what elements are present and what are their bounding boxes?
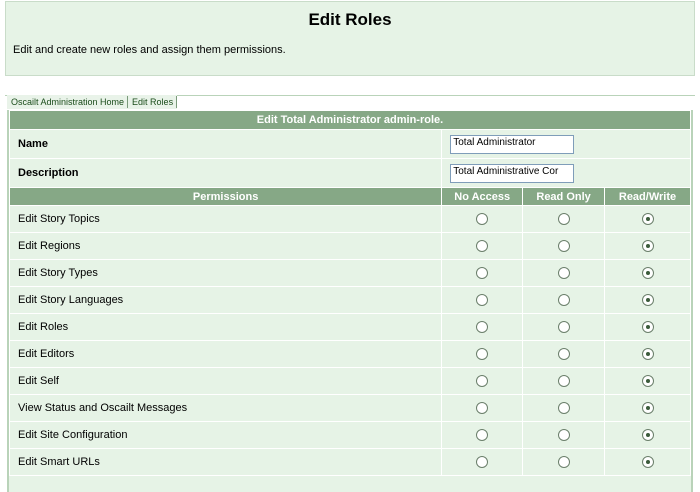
permission-option-cell — [441, 367, 524, 395]
permission-label: Edit Story Topics — [9, 205, 443, 233]
permission-option-cell — [522, 367, 606, 395]
permission-option-cell — [522, 205, 606, 233]
permissions-column-header: Permissions — [9, 187, 443, 206]
read-only-radio[interactable] — [557, 348, 570, 361]
breadcrumb-admin-home[interactable]: Oscailt Administration Home — [7, 96, 129, 108]
permission-option-cell — [522, 232, 606, 260]
permission-label: Edit Roles — [9, 313, 443, 341]
permission-row: Edit Editors — [9, 340, 691, 368]
read-only-radio[interactable] — [557, 294, 570, 307]
permission-option-cell — [604, 259, 691, 287]
read-write-radio[interactable] — [641, 294, 654, 307]
permission-option-cell — [441, 421, 524, 449]
permission-row: Edit Story Topics — [9, 205, 691, 233]
permission-row: Edit Story Types — [9, 259, 691, 287]
permission-label: View Status and Oscailt Messages — [9, 394, 443, 422]
read-write-radio[interactable] — [641, 429, 654, 442]
no-access-radio[interactable] — [476, 456, 489, 469]
read-only-radio[interactable] — [557, 456, 570, 469]
permission-option-cell — [604, 340, 691, 368]
name-label: Name — [9, 129, 443, 159]
permission-row: Edit Story Languages — [9, 286, 691, 314]
no-access-radio[interactable] — [476, 240, 489, 253]
permission-option-cell — [604, 394, 691, 422]
read-only-radio[interactable] — [557, 402, 570, 415]
permission-option-cell — [522, 286, 606, 314]
read-write-radio[interactable] — [641, 267, 654, 280]
breadcrumb-edit-roles[interactable]: Edit Roles — [128, 96, 178, 108]
no-access-radio[interactable] — [476, 321, 489, 334]
read-only-radio[interactable] — [557, 429, 570, 442]
read-write-radio[interactable] — [641, 240, 654, 253]
permission-row: View Status and Oscailt Messages — [9, 394, 691, 422]
no-access-radio[interactable] — [476, 429, 489, 442]
page-description: Edit and create new roles and assign the… — [13, 44, 286, 56]
breadcrumb: Oscailt Administration Home Edit Roles — [7, 95, 178, 109]
permission-label: Edit Story Types — [9, 259, 443, 287]
no-access-radio[interactable] — [476, 267, 489, 280]
permission-option-cell — [441, 286, 524, 314]
permission-row: Edit Roles — [9, 313, 691, 341]
read-only-radio[interactable] — [557, 375, 570, 388]
permission-option-cell — [522, 259, 606, 287]
read-write-radio[interactable] — [641, 456, 654, 469]
permission-option-cell — [522, 394, 606, 422]
permission-option-cell — [441, 313, 524, 341]
read-write-column-header: Read/Write — [604, 187, 691, 206]
no-access-column-header: No Access — [441, 187, 524, 206]
permission-option-cell — [441, 394, 524, 422]
permission-option-cell — [604, 205, 691, 233]
permission-label: Edit Regions — [9, 232, 443, 260]
permission-option-cell — [441, 448, 524, 476]
permissions-list: Edit Story Topics Edit Regions Edit Story … — [9, 205, 691, 476]
description-label: Description — [9, 158, 443, 188]
read-only-radio[interactable] — [557, 267, 570, 280]
permission-row: Edit Smart URLs — [9, 448, 691, 476]
no-access-radio[interactable] — [476, 402, 489, 415]
permission-option-cell — [604, 367, 691, 395]
permission-option-cell — [604, 232, 691, 260]
permission-option-cell — [522, 448, 606, 476]
no-access-radio[interactable] — [476, 294, 489, 307]
permission-label: Edit Smart URLs — [9, 448, 443, 476]
permission-option-cell — [522, 340, 606, 368]
read-only-radio[interactable] — [557, 240, 570, 253]
read-only-column-header: Read Only — [522, 187, 606, 206]
permission-option-cell — [441, 205, 524, 233]
read-write-radio[interactable] — [641, 348, 654, 361]
permission-row: Edit Self — [9, 367, 691, 395]
no-access-radio[interactable] — [476, 348, 489, 361]
read-write-radio[interactable] — [641, 321, 654, 334]
permission-option-cell — [441, 259, 524, 287]
permission-label: Edit Story Languages — [9, 286, 443, 314]
no-access-radio[interactable] — [476, 213, 489, 226]
permission-option-cell — [604, 448, 691, 476]
read-write-radio[interactable] — [641, 375, 654, 388]
permission-option-cell — [441, 340, 524, 368]
permission-row: Edit Site Configuration — [9, 421, 691, 449]
no-access-radio[interactable] — [476, 375, 489, 388]
role-form-table: Edit Total Administrator admin-role. Nam… — [9, 110, 691, 476]
permission-label: Edit Site Configuration — [9, 421, 443, 449]
permission-option-cell — [604, 421, 691, 449]
read-write-radio[interactable] — [641, 213, 654, 226]
form-title: Edit Total Administrator admin-role. — [9, 110, 691, 130]
page-header: Edit Roles Edit and create new roles and… — [5, 1, 695, 76]
read-write-radio[interactable] — [641, 402, 654, 415]
read-only-radio[interactable] — [557, 321, 570, 334]
permission-label: Edit Self — [9, 367, 443, 395]
read-only-radio[interactable] — [557, 213, 570, 226]
permission-option-cell — [604, 313, 691, 341]
permission-option-cell — [441, 232, 524, 260]
edit-role-panel: Edit Total Administrator admin-role. Nam… — [7, 110, 693, 492]
permission-row: Edit Regions — [9, 232, 691, 260]
permission-label: Edit Editors — [9, 340, 443, 368]
page-title: Edit Roles — [308, 10, 392, 29]
permission-option-cell — [604, 286, 691, 314]
name-input[interactable]: Total Administrator — [450, 134, 575, 154]
permission-option-cell — [522, 421, 606, 449]
description-input[interactable]: Total Administrative Cor — [450, 163, 575, 183]
permission-option-cell — [522, 313, 606, 341]
